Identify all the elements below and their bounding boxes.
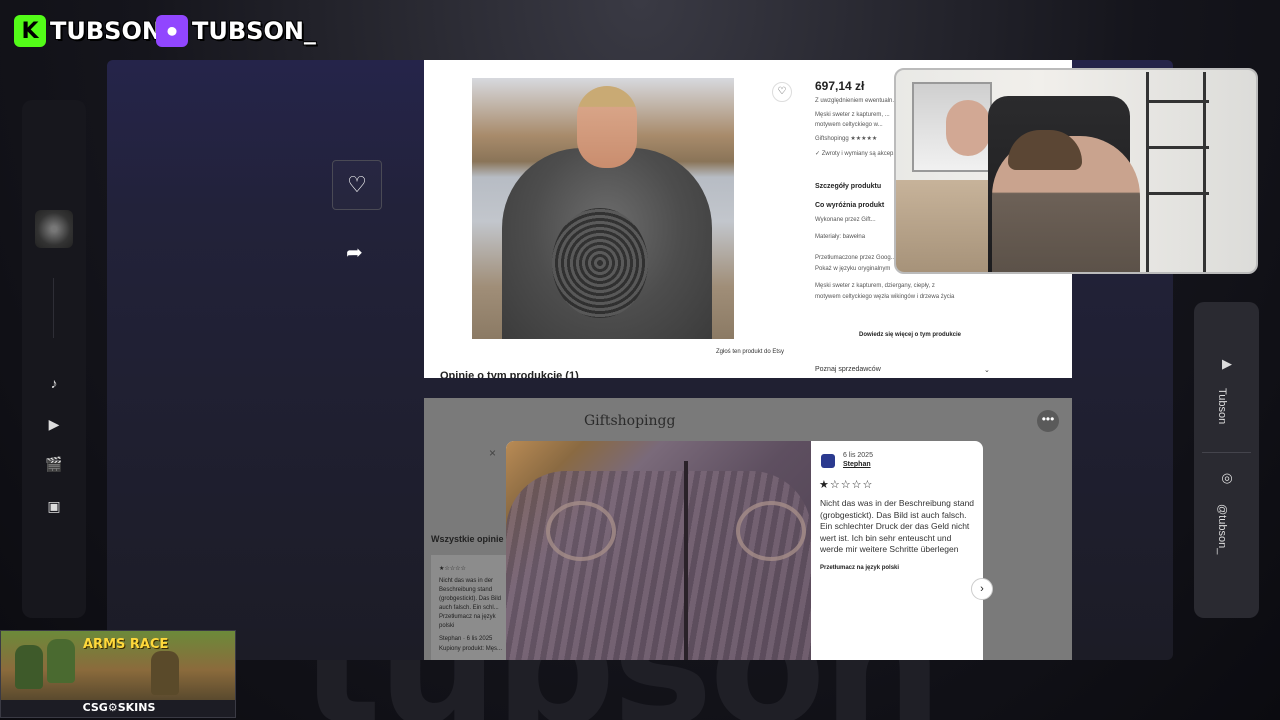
- close-icon[interactable]: ×: [489, 446, 496, 460]
- sponsor-title: ARMS RACE: [83, 637, 169, 652]
- share-icon[interactable]: ➦: [346, 240, 363, 265]
- social-sidebar: ▶ Tubson ◎ @tubson_: [1194, 302, 1259, 618]
- returns-note: ✓ Zwroty i wymiany są akcep...: [815, 151, 899, 157]
- soldier-figure: [151, 651, 179, 695]
- youtube-icon: ▶: [1222, 356, 1232, 371]
- translated-note: Przetłumaczone przez Goog...: [815, 255, 896, 261]
- shelf-board: [1149, 100, 1209, 103]
- kick-badge: K TUBSON: [14, 12, 162, 50]
- title-line-1: Męski sweter z kapturem, ...: [815, 112, 890, 118]
- product-image[interactable]: [472, 78, 734, 339]
- material: Materiały: bawełna: [815, 234, 866, 240]
- price-note: Z uwzględnieniem ewentualn...: [815, 98, 898, 104]
- celtic-knot-pattern: [736, 501, 806, 561]
- more-options-icon[interactable]: •••: [1037, 410, 1059, 432]
- soldier-figure: [15, 645, 43, 689]
- webcam-shelf: [1146, 72, 1209, 272]
- review-stars: ★☆☆☆☆: [819, 479, 874, 491]
- twitch-username: TUBSON_: [192, 17, 316, 45]
- webcam-overlay: [894, 68, 1258, 274]
- sponsor-banner: ARMS RACE CSG⚙SKINS: [0, 630, 236, 718]
- show-original-link[interactable]: Pokaż w języku oryginalnym: [815, 266, 890, 272]
- heart-icon: ♡: [347, 172, 367, 197]
- review-date: 6 lis 2025: [843, 452, 873, 459]
- product-price: 697,14 zł: [815, 79, 865, 93]
- kick-logo-icon: K: [14, 15, 46, 47]
- knit-fabric: [506, 471, 811, 660]
- review-modal: 6 lis 2025 Stephan ★☆☆☆☆ Nicht das was i…: [506, 441, 983, 660]
- tree-of-life-pattern: [552, 208, 648, 318]
- bg-review-product: Kupiony produkt: Męs...: [439, 646, 503, 652]
- bg-review-text: (grobgestickt). Das Bild: [439, 596, 502, 602]
- bg-review-author: Stephan · 6 lis 2025: [439, 636, 493, 642]
- shelf-board: [1149, 146, 1209, 149]
- shop-name: Giftshopingg: [584, 413, 676, 429]
- shop-rating[interactable]: Giftshopingg ★★★★★: [815, 135, 877, 142]
- avatar[interactable]: [35, 210, 73, 248]
- webcam-second-person: [946, 100, 990, 156]
- next-photo-button[interactable]: ›: [971, 578, 993, 600]
- twitch-logo-icon: ⏺: [156, 15, 188, 47]
- clapper-icon[interactable]: 🎬: [44, 456, 64, 473]
- bg-review-text: auch falsch. Ein schl...: [439, 605, 499, 611]
- details-title[interactable]: Szczegóły produktu: [815, 183, 881, 190]
- reviews-heading: Opinie o tym produkcie (1): [440, 370, 579, 378]
- shelf-board: [1149, 192, 1209, 195]
- celtic-knot-pattern: [546, 501, 616, 561]
- play-icon[interactable]: ▶: [44, 416, 64, 433]
- image-favorite-icon[interactable]: ♡: [772, 82, 792, 102]
- bg-translate-link[interactable]: polski: [439, 623, 454, 629]
- chevron-down-icon[interactable]: ⌄: [984, 366, 990, 374]
- instagram-handle: @tubson_: [1216, 504, 1228, 555]
- title-line-2: motywem celtyckiego w...: [815, 122, 883, 128]
- sidebar-divider: [53, 278, 54, 338]
- review-text: Nicht das was in der Beschreibung stand …: [820, 498, 975, 554]
- reviewer-name[interactable]: Stephan: [843, 461, 871, 468]
- description-line-2: motywem celtyckiego węzła wikingów i drz…: [815, 294, 955, 300]
- features-title: Co wyróżnia produkt: [815, 202, 885, 209]
- sponsor-brand: CSG⚙SKINS: [82, 701, 156, 714]
- music-icon[interactable]: ♪: [44, 375, 64, 391]
- zipper: [684, 461, 688, 660]
- favorite-button[interactable]: ♡: [332, 160, 382, 210]
- model-head: [577, 86, 637, 168]
- social-divider: [1202, 452, 1251, 453]
- instagram-icon: ◎: [1221, 470, 1233, 485]
- bg-review-text: Nicht das was in der: [439, 578, 494, 584]
- review-photo[interactable]: [506, 441, 811, 660]
- kick-username: TUBSON: [50, 17, 162, 45]
- twitch-badge: ⏺ TUBSON_: [156, 12, 316, 50]
- all-reviews-heading: Wszystkie opinie: [431, 534, 504, 544]
- translate-link[interactable]: Przetłumacz na język polski: [820, 565, 899, 571]
- image-icon[interactable]: ▣: [44, 498, 64, 515]
- made-by: Wykonane przez Gift...: [815, 217, 876, 223]
- youtube-handle: Tubson: [1216, 388, 1228, 425]
- reviewer-avatar: [821, 454, 835, 468]
- bg-review-stars: ★☆☆☆☆: [439, 566, 466, 572]
- meet-sellers[interactable]: Poznaj sprzedawców: [815, 366, 881, 373]
- left-sidebar: [22, 100, 86, 618]
- report-link[interactable]: Zgłoś ten produkt do Etsy: [716, 349, 784, 355]
- learn-more-button[interactable]: Dowiedz się więcej o tym produkcie: [815, 332, 1005, 338]
- bg-translate-link[interactable]: Przetłumacz na język: [439, 614, 496, 620]
- description-line-1: Męski sweter z kapturem, dziergany, ciep…: [815, 283, 935, 289]
- soldier-figure: [47, 639, 75, 683]
- bg-review-text: Beschreibung stand: [439, 587, 493, 593]
